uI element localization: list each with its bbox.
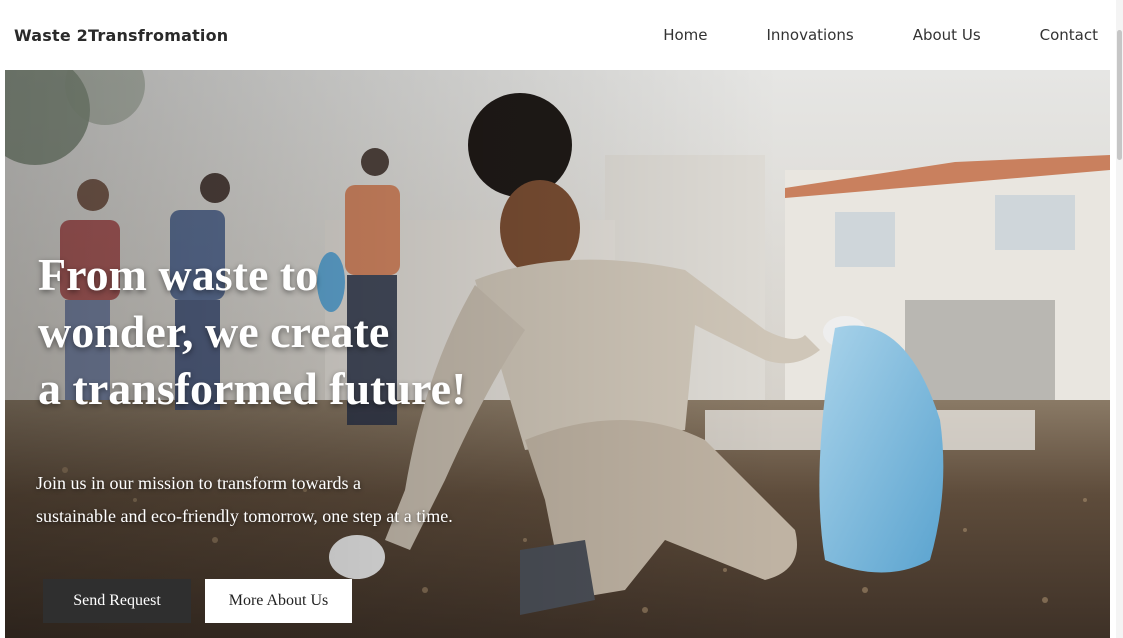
nav-link-contact[interactable]: Contact [1040, 26, 1098, 44]
top-navbar: Waste 2Transfromation Home Innovations A… [0, 0, 1116, 70]
hero-headline-line: a transformed future! [38, 363, 467, 414]
page-scrollbar[interactable] [1116, 0, 1123, 638]
hero-headline: From waste to wonder, we create a transf… [38, 246, 578, 417]
hero-headline-line: From waste to [38, 249, 319, 300]
send-request-button[interactable]: Send Request [43, 579, 191, 623]
hero-subtext: Join us in our mission to transform towa… [36, 467, 576, 533]
hero-section: From waste to wonder, we create a transf… [5, 70, 1110, 638]
site-brand[interactable]: Waste 2Transfromation [14, 26, 228, 45]
hero-headline-line: wonder, we create [38, 306, 390, 357]
nav-link-home[interactable]: Home [663, 26, 707, 44]
hero-subtext-line: sustainable and eco-friendly tomorrow, o… [36, 506, 453, 526]
nav-link-about-us[interactable]: About Us [913, 26, 981, 44]
hero-subtext-line: Join us in our mission to transform towa… [36, 473, 361, 493]
nav-link-innovations[interactable]: Innovations [766, 26, 853, 44]
scrollbar-thumb[interactable] [1117, 30, 1122, 160]
more-about-us-button[interactable]: More About Us [205, 579, 352, 623]
main-nav: Home Innovations About Us Contact [663, 26, 1098, 44]
